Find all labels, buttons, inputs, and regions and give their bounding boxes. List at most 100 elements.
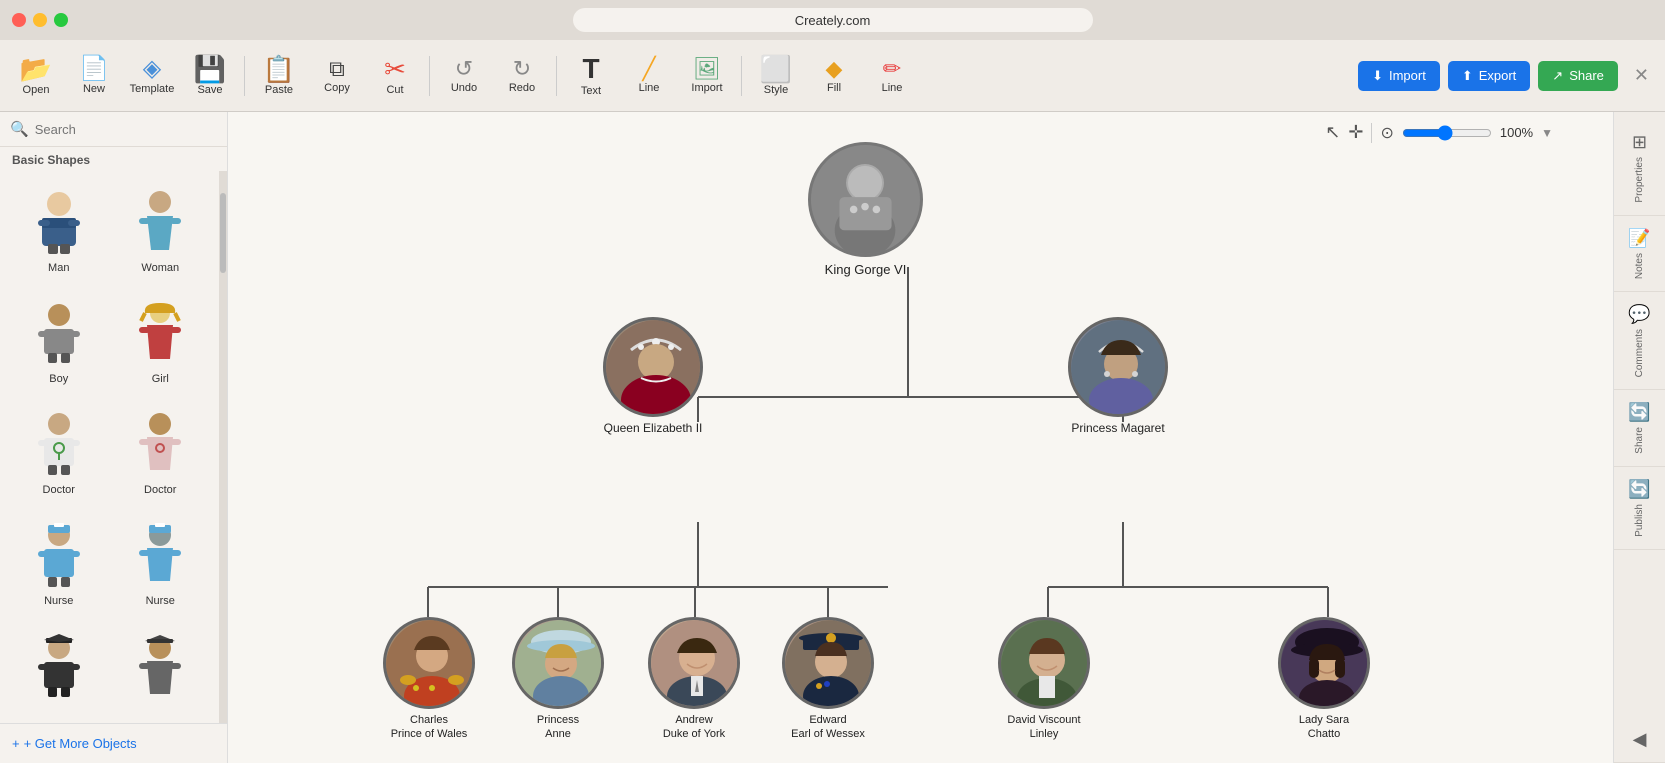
share-icon: ↗ <box>1552 68 1563 84</box>
zoom-dropdown-icon[interactable]: ▼ <box>1541 126 1553 140</box>
text-label: Text <box>581 85 601 97</box>
properties-icon: ⊞ <box>1632 132 1647 153</box>
redo-button[interactable]: ↻ Redo <box>494 46 550 106</box>
shape-woman[interactable]: Woman <box>110 175 212 286</box>
share-label: Share <box>1569 68 1604 83</box>
line2-button[interactable]: ✏ Line <box>864 46 920 106</box>
canvas-area[interactable]: ↖ ✛ ⊙ 100% ▼ <box>228 112 1613 763</box>
line-button[interactable]: ╱ Line <box>621 46 677 106</box>
woman-label: Woman <box>141 262 179 274</box>
notes-tab[interactable]: 📝 Notes <box>1614 216 1665 292</box>
node-anne[interactable]: PrincessAnne <box>512 617 604 742</box>
david-photo <box>998 617 1090 709</box>
node-sara[interactable]: Lady SaraChatto <box>1278 617 1370 742</box>
undo-icon: ↺ <box>455 58 473 80</box>
properties-tab[interactable]: ⊞ Properties <box>1614 120 1665 216</box>
node-edward[interactable]: EdwardEarl of Wessex <box>782 617 874 742</box>
toolbar: 📂 Open 📄 New ◈ Template 💾 Save 📋 Paste ⧉… <box>0 40 1665 112</box>
publish-tab[interactable]: 🔄 Publish <box>1614 467 1665 550</box>
david-label: David ViscountLinley <box>1007 713 1080 742</box>
shape-nurse-female[interactable]: Nurse <box>110 509 212 620</box>
edward-photo <box>782 617 874 709</box>
style-button[interactable]: ⬜ Style <box>748 46 804 106</box>
share-button[interactable]: ↗ Share <box>1538 61 1618 91</box>
left-sidebar: 🔍 Basic Shapes Man <box>0 112 228 763</box>
shape-grad-female[interactable] <box>110 620 212 719</box>
doctor-female-svg <box>125 410 195 480</box>
shapes-section-label: Basic Shapes <box>0 147 227 171</box>
open-button[interactable]: 📂 Open <box>8 46 64 106</box>
charles-svg <box>386 620 475 709</box>
new-label: New <box>83 83 105 95</box>
line-label: Line <box>639 82 660 94</box>
undo-label: Undo <box>451 82 477 94</box>
copy-button[interactable]: ⧉ Copy <box>309 46 365 106</box>
new-button[interactable]: 📄 New <box>66 46 122 106</box>
close-button[interactable] <box>12 13 26 27</box>
girl-shape-svg <box>125 299 195 369</box>
share-label: Share <box>1634 427 1645 454</box>
node-david[interactable]: David ViscountLinley <box>998 617 1090 742</box>
sara-photo <box>1278 617 1370 709</box>
collapse-panel-button[interactable]: ◀ <box>1614 717 1665 763</box>
sidebar-scroll-thumb[interactable] <box>220 193 226 273</box>
paste-label: Paste <box>265 84 293 96</box>
queen-photo <box>603 317 703 417</box>
charles-label: CharlesPrince of Wales <box>391 713 468 742</box>
shape-doctor-male[interactable]: Doctor <box>8 397 110 508</box>
pan-tool-icon[interactable]: ✛ <box>1348 122 1363 143</box>
save-button[interactable]: 💾 Save <box>182 46 238 106</box>
search-input[interactable] <box>35 122 217 137</box>
shape-doctor-female[interactable]: Doctor <box>110 397 212 508</box>
woman-shape-svg <box>125 188 195 258</box>
import-tool-button[interactable]: 🖼 Import <box>679 46 735 106</box>
shape-grad-male[interactable] <box>8 620 110 719</box>
template-label: Template <box>130 83 175 95</box>
toolbar-sep-3 <box>556 56 557 96</box>
cursor-tool-icon[interactable]: ↖ <box>1325 122 1340 143</box>
shape-nurse-male[interactable]: Nurse <box>8 509 110 620</box>
shape-girl[interactable]: Girl <box>110 286 212 397</box>
url-bar[interactable]: Creately.com <box>573 8 1093 32</box>
text-icon: T <box>582 55 599 83</box>
minimize-button[interactable] <box>33 13 47 27</box>
node-charles[interactable]: CharlesPrince of Wales <box>383 617 475 742</box>
shape-man[interactable]: Man <box>8 175 110 286</box>
cut-button[interactable]: ✂ Cut <box>367 46 423 106</box>
properties-label: Properties <box>1634 157 1645 203</box>
url-text: Creately.com <box>795 13 871 28</box>
anne-svg <box>515 620 604 709</box>
notes-label: Notes <box>1634 253 1645 279</box>
paste-button[interactable]: 📋 Paste <box>251 46 307 106</box>
export-button[interactable]: ⬆ Export <box>1448 61 1530 91</box>
node-king[interactable]: King Gorge VI <box>808 142 923 277</box>
comments-tab[interactable]: 💬 Comments <box>1614 292 1665 390</box>
node-queen[interactable]: Queen Elizabeth II <box>603 317 703 435</box>
import-tool-label: Import <box>691 82 722 94</box>
maximize-button[interactable] <box>54 13 68 27</box>
get-more-objects-button[interactable]: + + Get More Objects <box>0 723 227 763</box>
node-andrew[interactable]: AndrewDuke of York <box>648 617 740 742</box>
zoom-value: 100% <box>1500 125 1533 140</box>
undo-button[interactable]: ↺ Undo <box>436 46 492 106</box>
share-tab[interactable]: 🔄 Share <box>1614 390 1665 467</box>
comments-icon: 💬 <box>1628 304 1650 325</box>
toolbar-sep-2 <box>429 56 430 96</box>
import-button[interactable]: ⬇ Import <box>1358 61 1440 91</box>
main-layout: 🔍 Basic Shapes Man <box>0 112 1665 763</box>
fill-button[interactable]: ◆ Fill <box>806 46 862 106</box>
open-icon: 📂 <box>20 56 52 82</box>
node-margaret[interactable]: Princess Magaret <box>1068 317 1168 435</box>
shape-boy[interactable]: Boy <box>8 286 110 397</box>
nurse-male-svg <box>24 521 94 591</box>
sidebar-scrollbar[interactable] <box>219 171 227 723</box>
save-label: Save <box>197 84 222 96</box>
close-chat-button[interactable]: ✕ <box>1634 65 1649 86</box>
paste-icon: 📋 <box>263 56 295 82</box>
zoom-slider[interactable] <box>1402 125 1492 141</box>
get-more-plus-icon: + <box>12 736 20 751</box>
david-svg <box>1001 620 1090 709</box>
king-label: King Gorge VI <box>825 262 907 277</box>
text-button[interactable]: T Text <box>563 46 619 106</box>
template-button[interactable]: ◈ Template <box>124 46 180 106</box>
